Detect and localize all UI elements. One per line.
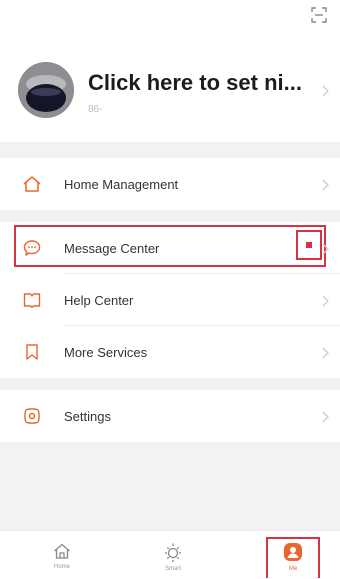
bookmark-icon	[22, 342, 42, 362]
menu-item-label: More Services	[64, 344, 148, 360]
chevron-right-icon	[322, 242, 330, 260]
book-icon	[22, 290, 42, 310]
house-icon	[22, 174, 42, 194]
badge-highlight	[296, 230, 322, 260]
chevron-right-icon	[322, 84, 330, 102]
house-icon	[54, 543, 70, 559]
menu-group-services: Message Center Help Center More Services	[0, 222, 340, 378]
profile-header[interactable]: Click here to set ni... 86-	[0, 0, 340, 142]
menu-item-label: Settings	[64, 408, 111, 424]
menu-group-settings: Settings	[0, 390, 340, 442]
nickname-label[interactable]: Click here to set ni...	[88, 70, 326, 96]
tab-highlight-box	[266, 537, 320, 578]
chevron-right-icon	[322, 410, 330, 428]
chevron-right-icon	[322, 346, 330, 364]
menu-item-help-center[interactable]: Help Center	[0, 274, 340, 326]
menu-item-more-services[interactable]: More Services	[0, 326, 340, 378]
scan-icon[interactable]	[310, 6, 328, 24]
highlight-box	[14, 225, 326, 267]
tab-label: Smart	[164, 566, 181, 572]
menu-item-label: Home Management	[64, 176, 179, 192]
menu-group-home: Home Management	[0, 158, 340, 210]
menu-item-home-management[interactable]: Home Management	[0, 158, 340, 210]
menu-item-label: Message Center	[64, 240, 160, 256]
account-id: 86-	[88, 104, 103, 115]
tab-smart[interactable]: Smart	[143, 531, 203, 579]
tab-label: Home	[53, 564, 70, 570]
chat-bubble-icon	[22, 238, 42, 258]
chevron-right-icon	[322, 178, 330, 196]
sun-icon	[165, 543, 181, 562]
chevron-right-icon	[322, 294, 330, 312]
notification-dot	[306, 242, 312, 248]
gear-icon	[22, 406, 42, 426]
menu-item-message-center[interactable]: Message Center	[0, 222, 340, 274]
avatar[interactable]	[18, 62, 74, 118]
menu-item-settings[interactable]: Settings	[0, 390, 340, 442]
tab-home[interactable]: Home	[32, 531, 92, 579]
menu-item-label: Help Center	[64, 292, 134, 308]
